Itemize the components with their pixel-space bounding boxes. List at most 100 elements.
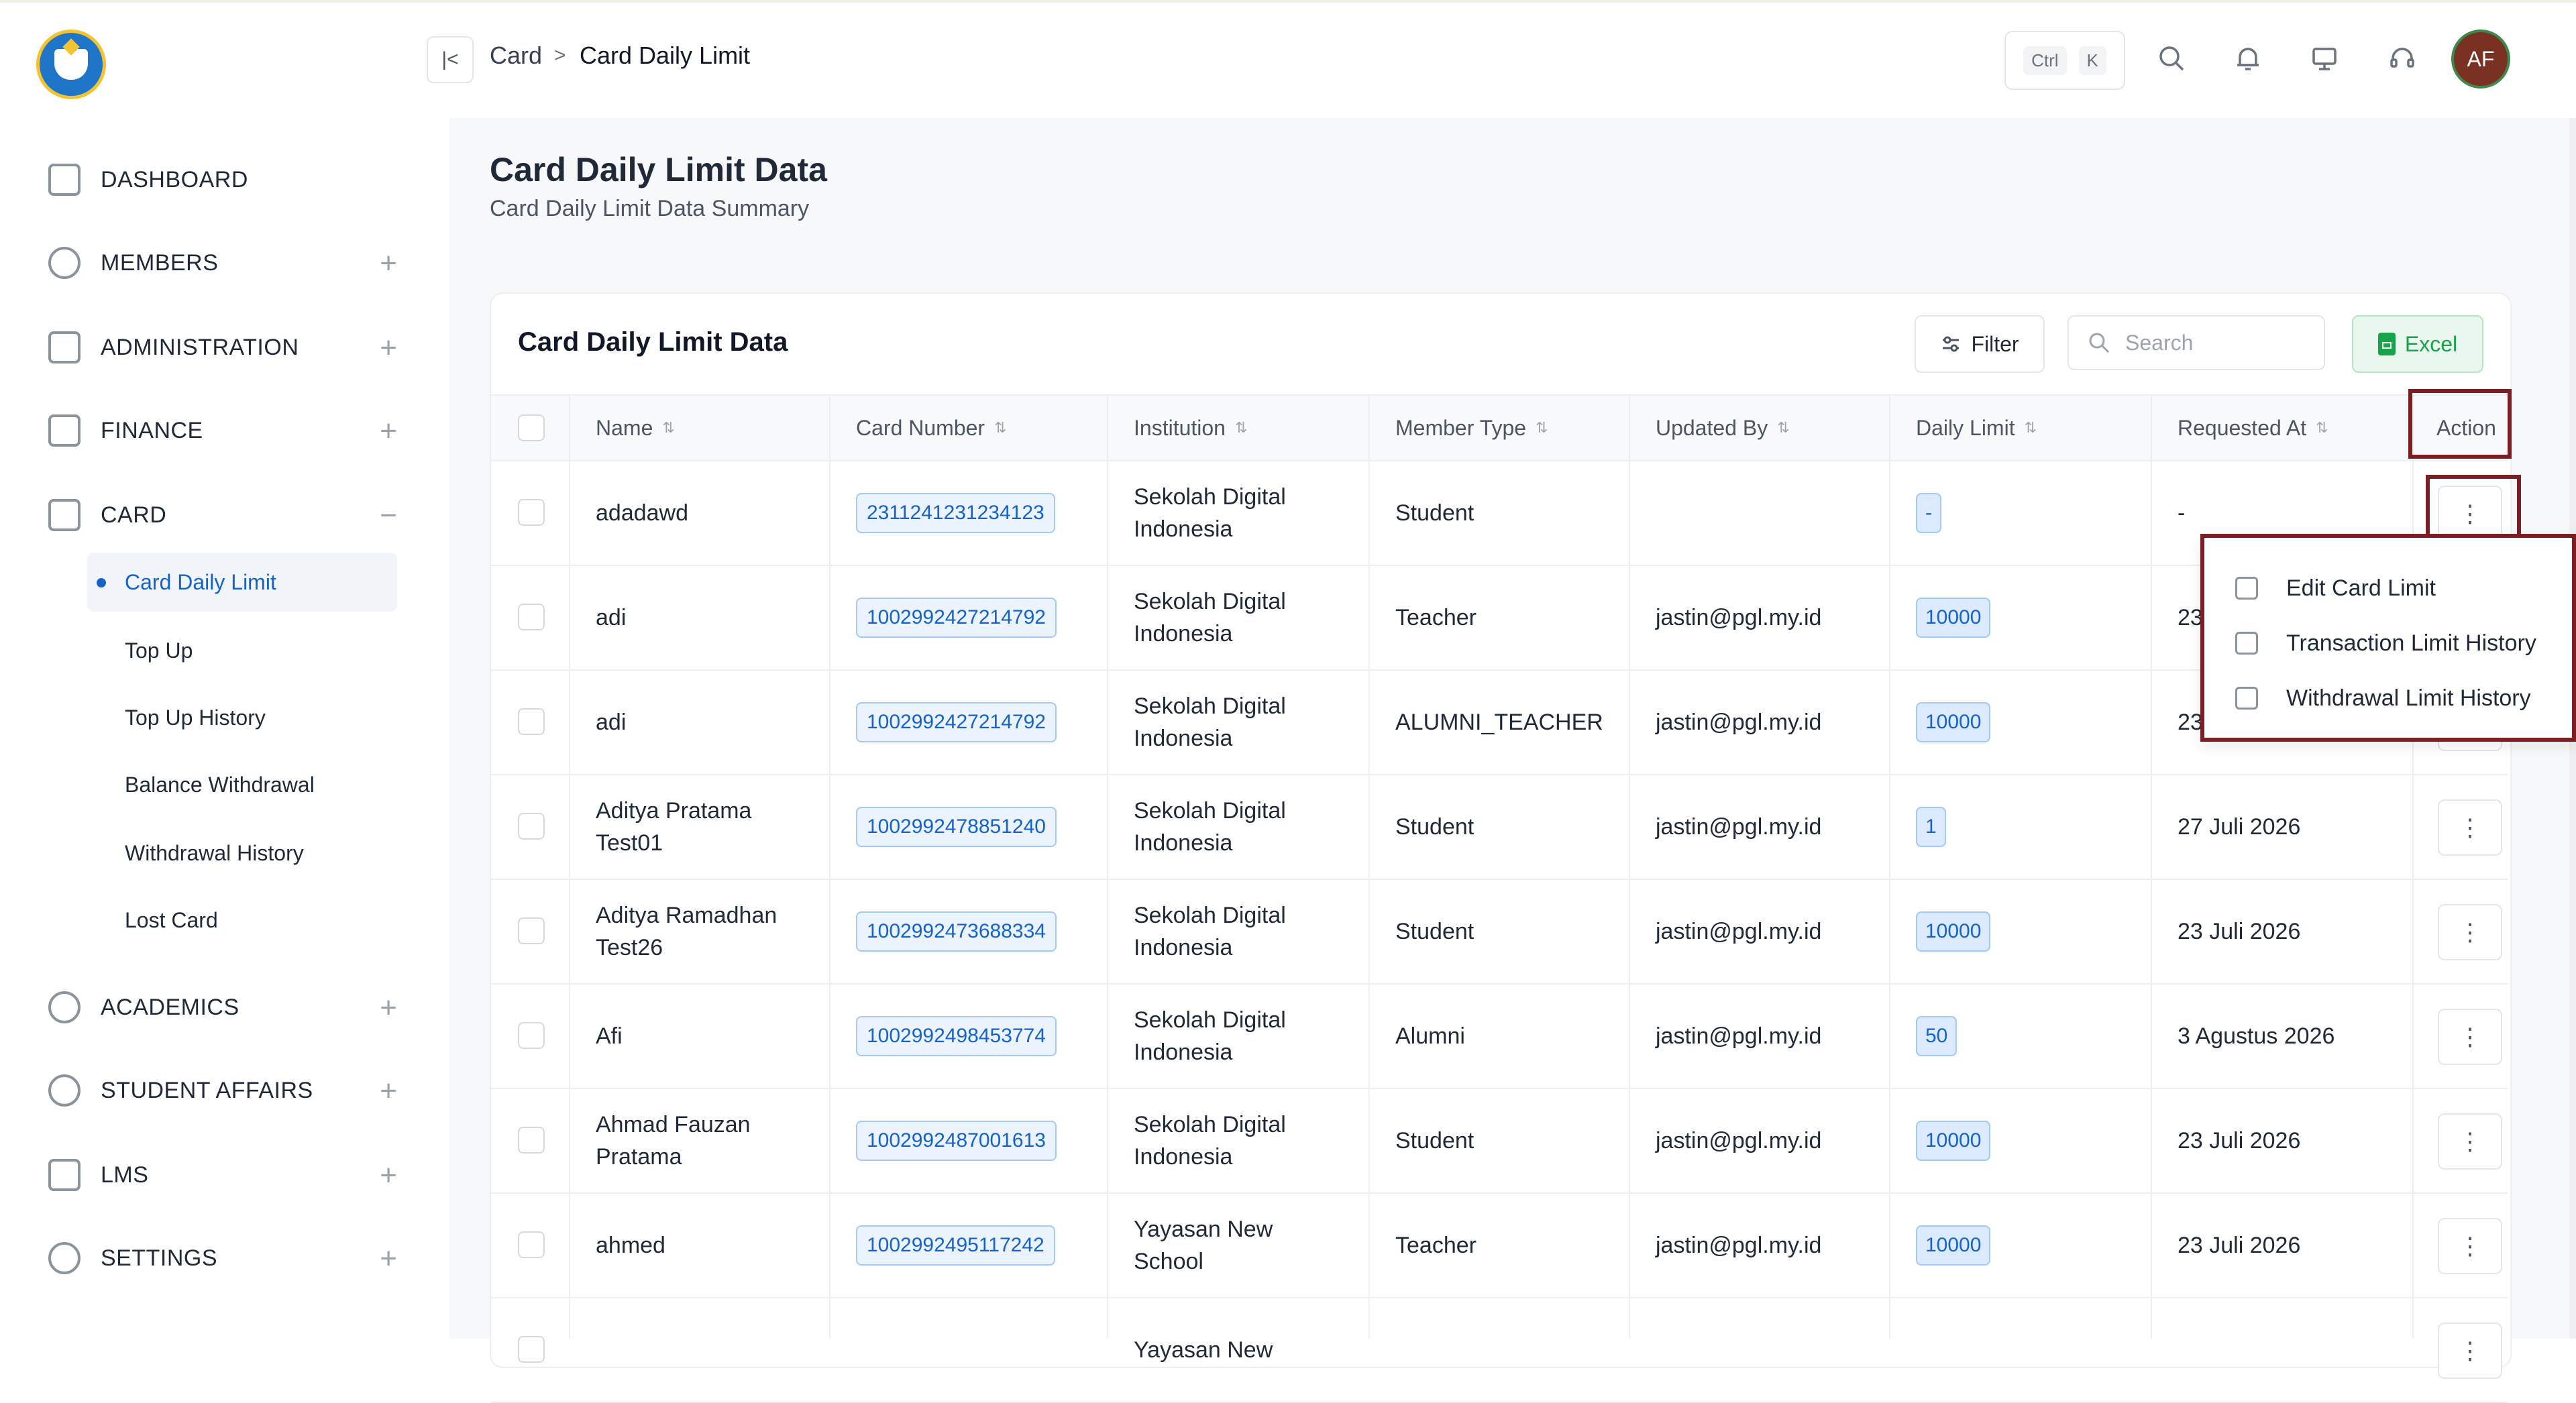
- sidebar-item-academics[interactable]: ACADEMICS +: [48, 980, 397, 1034]
- row-action-button[interactable]: ⋮: [2438, 1323, 2502, 1379]
- cell-updated-by: jastin@pgl.my.id: [1656, 1023, 1822, 1049]
- row-checkbox[interactable]: [518, 604, 545, 630]
- active-dot-icon: [97, 578, 106, 587]
- card-number-tag[interactable]: 1002992495117242: [856, 1225, 1055, 1266]
- sidebar-item-members[interactable]: MEMBERS +: [48, 236, 397, 290]
- excel-export-button[interactable]: Excel: [2352, 315, 2483, 373]
- expand-icon[interactable]: +: [380, 1159, 397, 1192]
- row-action-button[interactable]: ⋮: [2438, 904, 2502, 960]
- daily-limit-tag: 10000: [1916, 1225, 1991, 1266]
- sidebar-subitem-lost-card[interactable]: Lost Card: [87, 891, 397, 950]
- cell-institution-line: Sekolah Digital: [1134, 1007, 1286, 1033]
- row-checkbox[interactable]: [518, 813, 545, 840]
- sidebar-item-label: DASHBOARD: [101, 166, 248, 192]
- table-row[interactable]: ahmed 1002992495117242 Yayasan New School Te…: [491, 1194, 2508, 1298]
- row-checkbox[interactable]: [518, 1022, 545, 1049]
- sidebar-item-card[interactable]: CARD −: [48, 488, 397, 542]
- card-number-tag[interactable]: 1002992473688334: [856, 911, 1057, 952]
- expand-icon[interactable]: +: [380, 991, 397, 1025]
- gear-icon: [48, 1242, 80, 1274]
- more-vertical-icon: ⋮: [2458, 918, 2482, 946]
- column-header-name[interactable]: Name ⇅: [596, 396, 675, 460]
- table-row[interactable]: Afi 1002992498453774 Sekolah Digital Indone…: [491, 985, 2508, 1089]
- cell-name-line: Aditya Pratama: [596, 798, 752, 824]
- row-action-button[interactable]: ⋮: [2438, 1009, 2502, 1065]
- row-checkbox[interactable]: [518, 1231, 545, 1258]
- card-number-tag[interactable]: 1002992427214792: [856, 598, 1057, 638]
- row-checkbox[interactable]: [518, 1127, 545, 1154]
- cell-name-line: Ahmad Fauzan: [596, 1112, 751, 1137]
- card-number-tag[interactable]: 1002992478851240: [856, 807, 1057, 847]
- row-action-button[interactable]: ⋮: [2438, 1113, 2502, 1170]
- breadcrumb-card[interactable]: Card: [490, 42, 542, 70]
- sort-icon: ⇅: [1536, 419, 1548, 436]
- column-header-requested-at[interactable]: Requested At ⇅: [2178, 396, 2328, 460]
- row-action-button[interactable]: ⋮: [2438, 1218, 2502, 1274]
- expand-icon[interactable]: +: [380, 331, 397, 365]
- sidebar-subitem-top-up[interactable]: Top Up: [87, 621, 397, 680]
- sidebar-item-dashboard[interactable]: DASHBOARD: [48, 153, 397, 207]
- sidebar-subitem-balance-withdrawal[interactable]: Balance Withdrawal: [87, 755, 397, 814]
- sidebar-subitem-withdrawal-history[interactable]: Withdrawal History: [87, 824, 397, 883]
- edit-icon: [2235, 577, 2258, 600]
- column-header-updated-by[interactable]: Updated By ⇅: [1656, 396, 1790, 460]
- search-icon[interactable]: [2155, 42, 2188, 75]
- download-icon: [2235, 687, 2258, 710]
- bell-icon[interactable]: [2231, 42, 2265, 75]
- table-row[interactable]: Yayasan New: [491, 1298, 2508, 1403]
- sidebar-item-label: ADMINISTRATION: [101, 334, 299, 360]
- cell-name-line: adadawd: [596, 500, 689, 526]
- daily-limit-tag: 10000: [1916, 702, 1991, 742]
- sidebar-item-administration[interactable]: ADMINISTRATION +: [48, 321, 397, 374]
- row-action-button[interactable]: ⋮: [2438, 799, 2502, 856]
- collapse-icon[interactable]: −: [380, 499, 397, 532]
- table-row[interactable]: Aditya Pratama Test01 1002992478851240 Seko…: [491, 775, 2508, 880]
- expand-icon[interactable]: +: [380, 1242, 397, 1276]
- row-checkbox[interactable]: [518, 917, 545, 944]
- sidebar-item-student-affairs[interactable]: STUDENT AFFAIRS +: [48, 1064, 397, 1117]
- user-avatar[interactable]: AF: [2451, 30, 2510, 89]
- filter-button[interactable]: Filter: [1915, 315, 2045, 373]
- headset-icon[interactable]: [2385, 42, 2419, 75]
- card-number-tag[interactable]: 1002992498453774: [856, 1016, 1057, 1056]
- cell-institution-line: Yayasan New: [1134, 1217, 1273, 1242]
- row-checkbox[interactable]: [518, 499, 545, 526]
- sidebar-subitem-card-daily-limit[interactable]: Card Daily Limit: [87, 553, 397, 612]
- sidebar-item-finance[interactable]: FINANCE +: [48, 404, 397, 457]
- spreadsheet-icon: [2377, 333, 2396, 355]
- search-input[interactable]: [2124, 329, 2314, 356]
- dashboard-grid-icon: [48, 164, 80, 196]
- menu-item-withdrawal-limit-history[interactable]: Withdrawal Limit History: [2235, 675, 2531, 722]
- cell-institution: Yayasan New: [1134, 1298, 1273, 1402]
- sidebar-item-settings[interactable]: SETTINGS +: [48, 1231, 397, 1285]
- column-header-institution[interactable]: Institution ⇅: [1134, 396, 1247, 460]
- collapse-sidebar-button[interactable]: |<: [427, 36, 474, 83]
- expand-icon[interactable]: +: [380, 1074, 397, 1108]
- row-checkbox[interactable]: [518, 708, 545, 735]
- row-checkbox[interactable]: [518, 1336, 545, 1363]
- column-header-card-number[interactable]: Card Number ⇅: [856, 396, 1007, 460]
- card-number-tag[interactable]: 1002992487001613: [856, 1121, 1057, 1161]
- menu-item-edit-card-limit[interactable]: Edit Card Limit: [2235, 565, 2436, 612]
- column-header-daily-limit[interactable]: Daily Limit ⇅: [1916, 396, 2037, 460]
- monitor-icon[interactable]: [2308, 42, 2341, 75]
- table-row[interactable]: Ahmad Fauzan Pratama 1002992487001613 Sekol…: [491, 1089, 2508, 1194]
- cell-member-type: Teacher: [1395, 605, 1477, 630]
- select-all-checkbox[interactable]: [518, 414, 545, 441]
- card-number-tag[interactable]: 1002992427214792: [856, 702, 1057, 742]
- breadcrumb-current: Card Daily Limit: [580, 42, 751, 69]
- column-header-member-type[interactable]: Member Type ⇅: [1395, 396, 1548, 460]
- command-palette-button[interactable]: Ctrl K: [2004, 31, 2125, 90]
- expand-icon[interactable]: +: [380, 414, 397, 448]
- table-header: Name ⇅ Card Number ⇅ Institution ⇅ Member T…: [491, 394, 2508, 461]
- sidebar-subitem-top-up-history[interactable]: Top Up History: [87, 688, 397, 747]
- search-field[interactable]: [2068, 315, 2325, 370]
- table-row[interactable]: Aditya Ramadhan Test26 1002992473688334 Sek…: [491, 880, 2508, 985]
- card-number-tag[interactable]: 2311241231234123: [856, 493, 1055, 533]
- expand-icon[interactable]: +: [380, 247, 397, 280]
- cell-name-line: adi: [596, 605, 627, 630]
- menu-item-transaction-limit-history[interactable]: Transaction Limit History: [2235, 620, 2536, 667]
- action-dropdown-menu: Edit Card Limit Transaction Limit Histor…: [2200, 534, 2576, 742]
- student-affairs-icon: [48, 1074, 80, 1107]
- sidebar-item-lms[interactable]: LMS +: [48, 1148, 397, 1202]
